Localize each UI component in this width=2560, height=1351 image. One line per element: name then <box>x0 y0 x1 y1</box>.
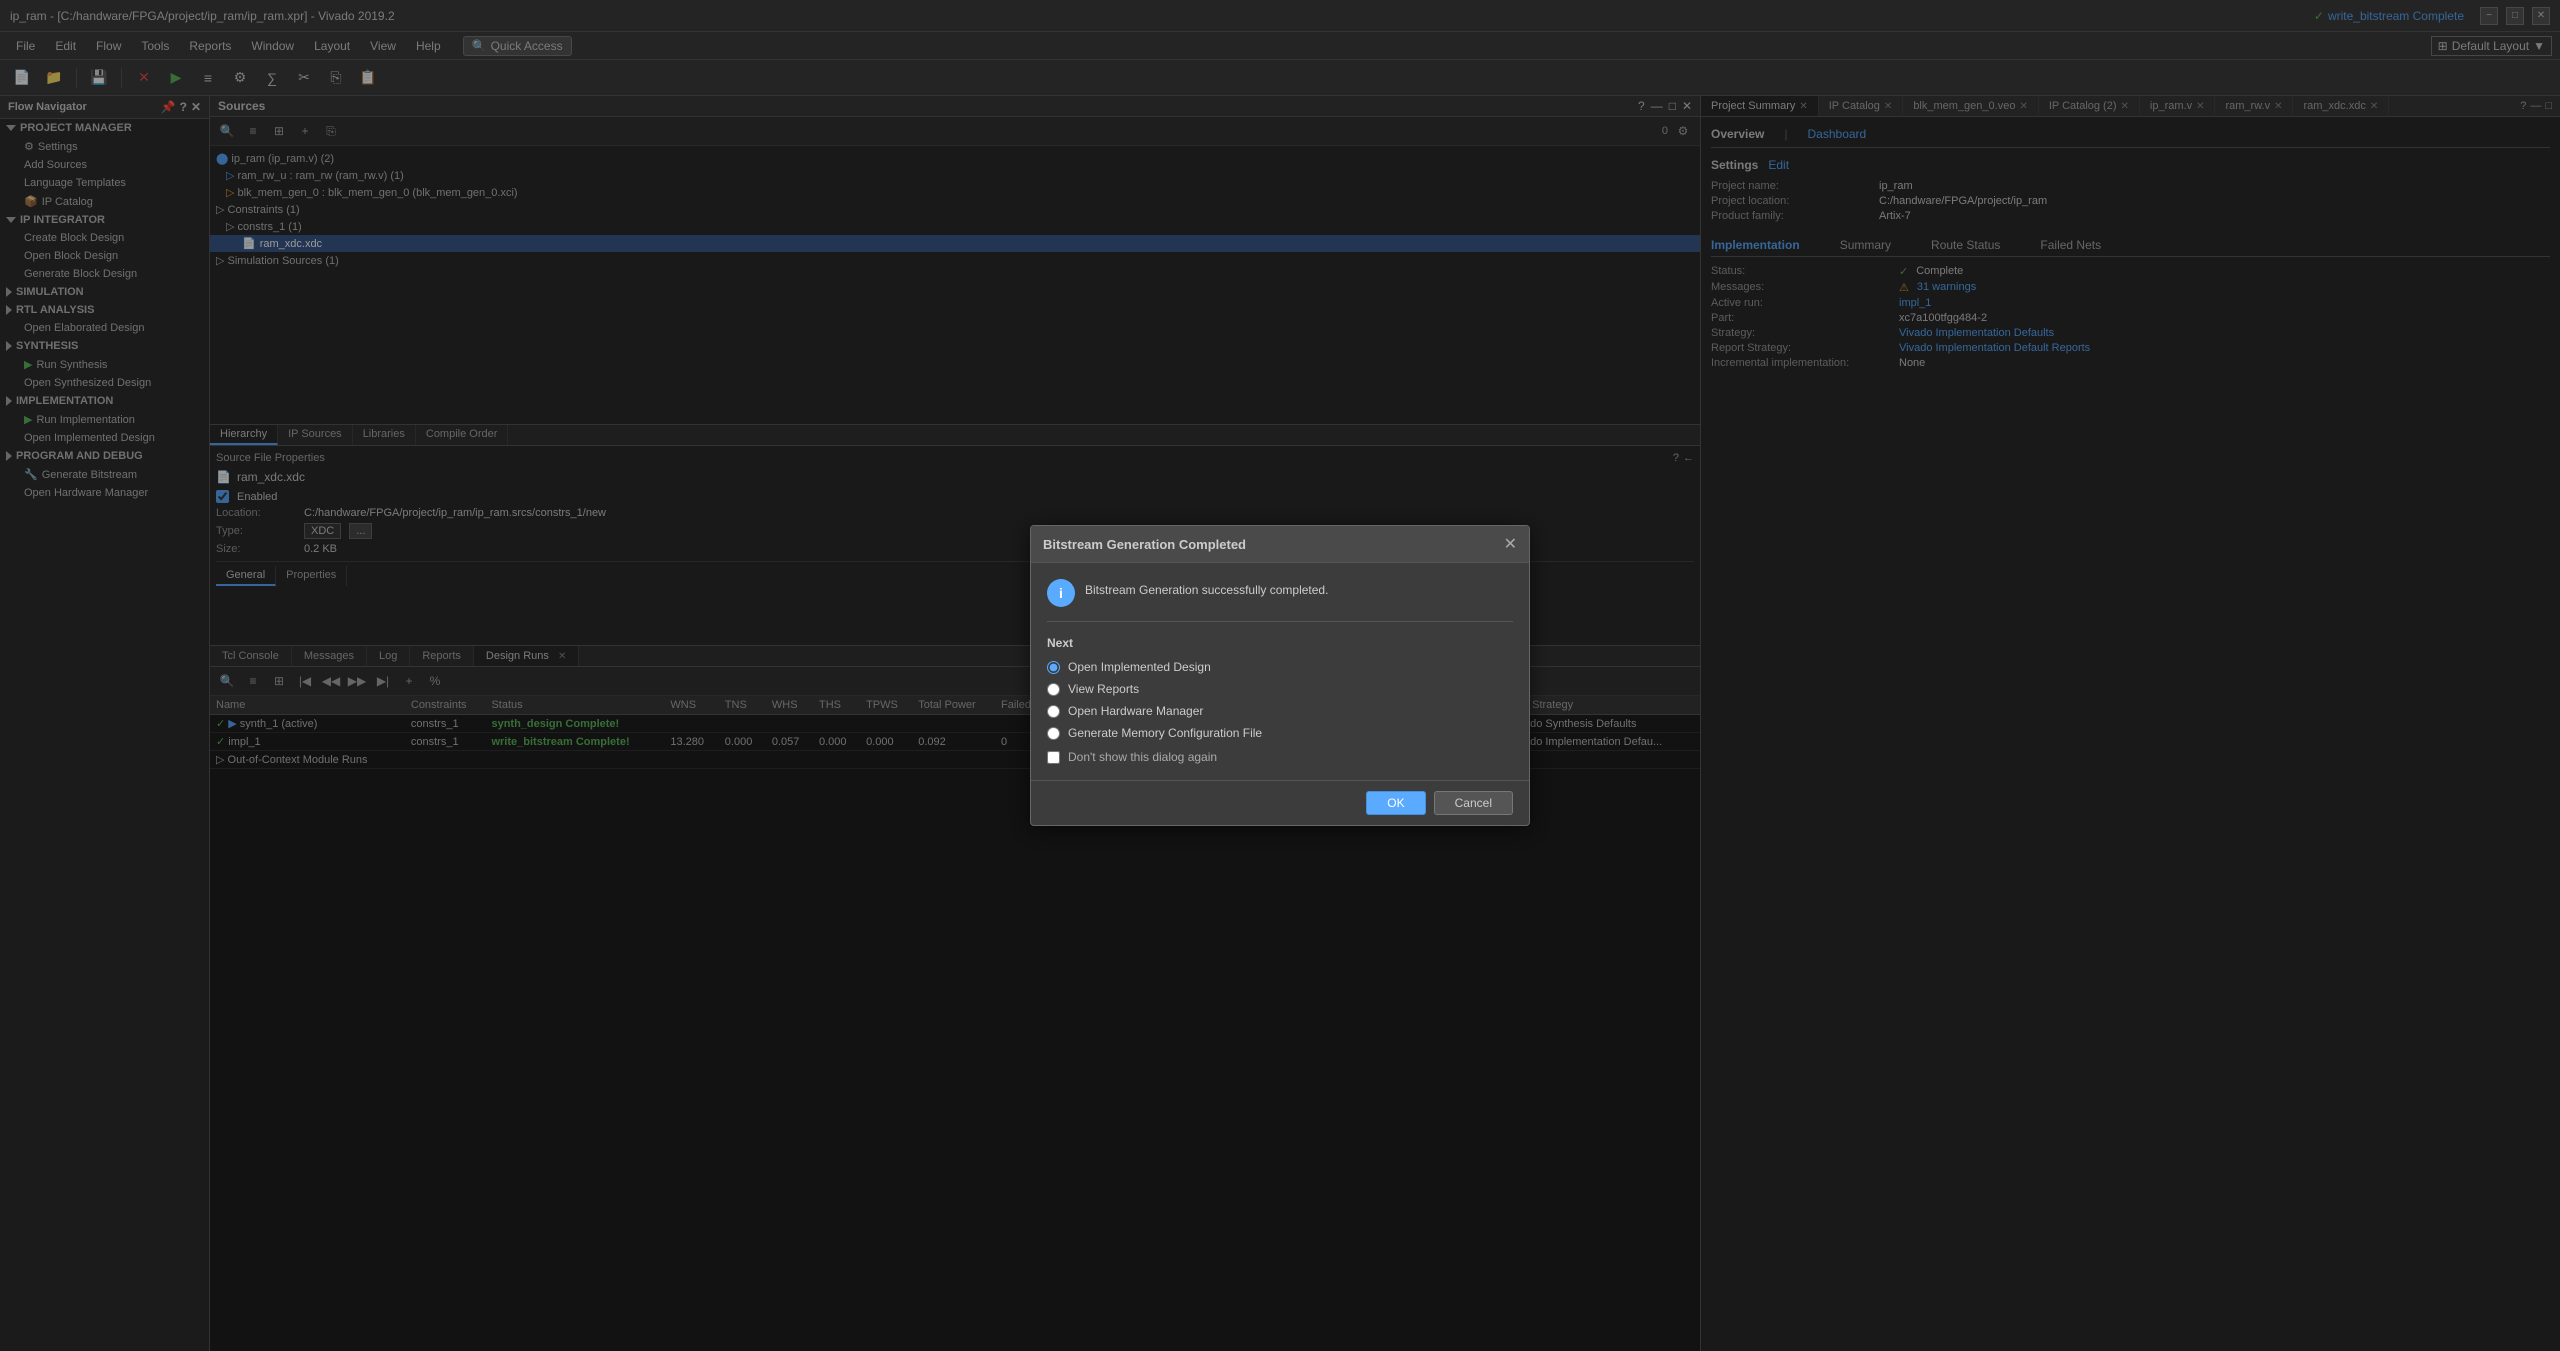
info-icon-circle: i <box>1047 579 1075 607</box>
modal-body: i Bitstream Generation successfully comp… <box>1031 563 1529 780</box>
modal-option-open-implemented[interactable]: Open Implemented Design <box>1047 660 1513 674</box>
modal-info-row: i Bitstream Generation successfully comp… <box>1047 579 1513 622</box>
modal-option-view-reports[interactable]: View Reports <box>1047 682 1513 696</box>
radio-generate-memory-config-label[interactable]: Generate Memory Configuration File <box>1068 726 1262 740</box>
modal-info-text: Bitstream Generation successfully comple… <box>1085 579 1328 597</box>
radio-open-implemented[interactable] <box>1047 661 1060 674</box>
modal-option-generate-memory-config[interactable]: Generate Memory Configuration File <box>1047 726 1513 740</box>
dont-show-label[interactable]: Don't show this dialog again <box>1068 750 1217 764</box>
modal-overlay: Bitstream Generation Completed ✕ i Bitst… <box>0 0 2560 1351</box>
radio-generate-memory-config[interactable] <box>1047 727 1060 740</box>
modal-cancel-button[interactable]: Cancel <box>1434 791 1513 815</box>
dont-show-checkbox[interactable] <box>1047 751 1060 764</box>
radio-view-reports-label[interactable]: View Reports <box>1068 682 1139 696</box>
modal-header: Bitstream Generation Completed ✕ <box>1031 526 1529 563</box>
modal-ok-button[interactable]: OK <box>1366 791 1425 815</box>
radio-open-implemented-label[interactable]: Open Implemented Design <box>1068 660 1211 674</box>
modal-close-button[interactable]: ✕ <box>1504 534 1517 554</box>
radio-view-reports[interactable] <box>1047 683 1060 696</box>
radio-open-hardware-manager[interactable] <box>1047 705 1060 718</box>
modal-title: Bitstream Generation Completed <box>1043 537 1246 552</box>
bitstream-complete-modal: Bitstream Generation Completed ✕ i Bitst… <box>1030 525 1530 826</box>
modal-dont-show-row[interactable]: Don't show this dialog again <box>1047 750 1513 764</box>
radio-open-hardware-manager-label[interactable]: Open Hardware Manager <box>1068 704 1203 718</box>
modal-footer: OK Cancel <box>1031 780 1529 825</box>
modal-next-label: Next <box>1047 636 1513 650</box>
modal-option-open-hardware-manager[interactable]: Open Hardware Manager <box>1047 704 1513 718</box>
